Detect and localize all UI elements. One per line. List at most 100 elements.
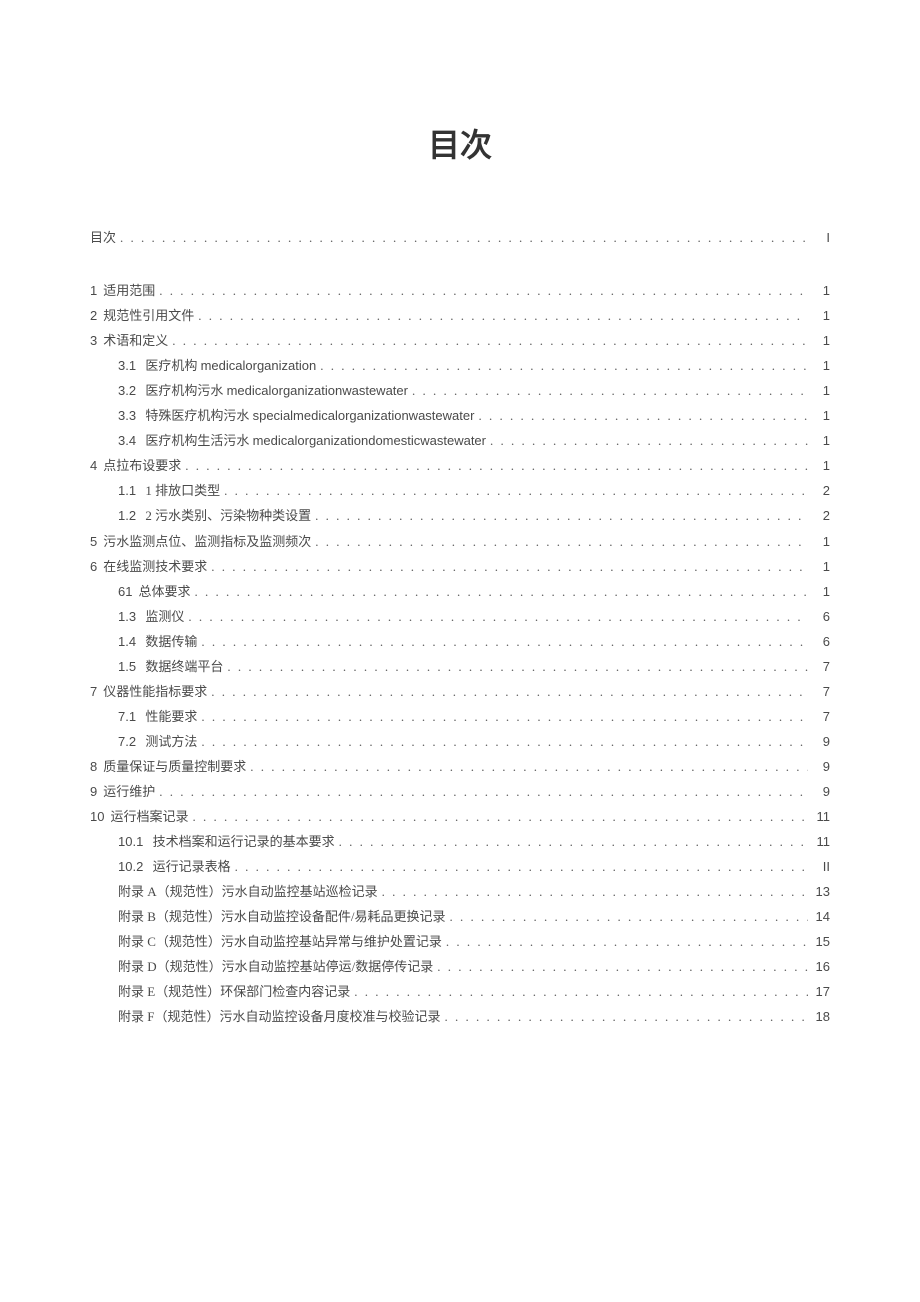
toc-entry-page: 1 [812, 354, 830, 378]
toc-entry-label: 1 适用范围 [90, 279, 155, 303]
toc-entry-page: 1 [812, 429, 830, 453]
toc-entry-page: I [812, 226, 830, 250]
toc-entry: 附录 F（规范性）污水自动监控设备月度校准与校验记录. . . . . . . … [90, 1005, 830, 1029]
toc-entry-text: 附录 A（规范性）污水自动监控基站巡检记录 [118, 884, 378, 899]
toc-entry-label: 3.2 医疗机构污水 medicalorganizationwastewater [118, 379, 408, 403]
toc-leader-dots: . . . . . . . . . . . . . . . . . . . . … [412, 379, 808, 403]
toc-leader-dots: . . . . . . . . . . . . . . . . . . . . … [120, 226, 808, 250]
toc-entry: 5污水监测点位、监测指标及监测频次. . . . . . . . . . . .… [90, 530, 830, 554]
toc-leader-dots: . . . . . . . . . . . . . . . . . . . . … [437, 955, 808, 979]
toc-entry-label: 附录 D（规范性）污水自动监控基站停运/数据停传记录 [118, 955, 433, 979]
toc-entry: 6在线监测技术要求. . . . . . . . . . . . . . . .… [90, 555, 830, 579]
toc-entry-number: 3.1 [118, 358, 136, 373]
toc-entry: 1.2 2 污水类别、污染物种类设置. . . . . . . . . . . … [90, 504, 830, 528]
toc-entry-page: 11 [812, 830, 830, 854]
toc-entry-text: 运行记录表格 [153, 859, 231, 874]
toc-spacer [90, 251, 830, 279]
toc-entry: 10运行档案记录. . . . . . . . . . . . . . . . … [90, 805, 830, 829]
toc-entry-label: 10运行档案记录 [90, 805, 188, 829]
table-of-contents: 目次. . . . . . . . . . . . . . . . . . . … [90, 226, 830, 1029]
toc-entry-label: 8质量保证与质量控制要求 [90, 755, 246, 779]
toc-leader-dots: . . . . . . . . . . . . . . . . . . . . … [490, 429, 808, 453]
toc-entry-page: 1 [812, 379, 830, 403]
toc-entry-label: 10.2 运行记录表格 [118, 855, 231, 879]
toc-entry-page: 18 [812, 1005, 830, 1029]
toc-entry-page: 6 [812, 605, 830, 629]
toc-entry-number: 1 [90, 283, 97, 298]
toc-leader-dots: . . . . . . . . . . . . . . . . . . . . … [382, 880, 808, 904]
toc-entry: 3术语和定义. . . . . . . . . . . . . . . . . … [90, 329, 830, 353]
toc-entry: 10.1 技术档案和运行记录的基本要求. . . . . . . . . . .… [90, 830, 830, 854]
toc-entry-page: II [812, 855, 830, 879]
toc-entry-number: 3.2 [118, 383, 136, 398]
toc-entry-page: 9 [812, 780, 830, 804]
toc-entry: 4点拉布设要求. . . . . . . . . . . . . . . . .… [90, 454, 830, 478]
toc-leader-dots: . . . . . . . . . . . . . . . . . . . . … [159, 279, 808, 303]
toc-entry-text: 特殊医疗机构污水 specialmedicalorganizationwaste… [145, 408, 474, 423]
toc-entry: 8质量保证与质量控制要求. . . . . . . . . . . . . . … [90, 755, 830, 779]
toc-entry-page: 14 [812, 905, 830, 929]
toc-entry-text: 1 排放口类型 [145, 483, 220, 498]
toc-entry-page: 2 [812, 504, 830, 528]
toc-entry-text: 技术档案和运行记录的基本要求 [153, 834, 335, 849]
toc-entry-text: 总体要求 [138, 584, 190, 599]
toc-entry-label: 4点拉布设要求 [90, 454, 181, 478]
toc-entry-number: 1.3 [118, 609, 136, 624]
toc-leader-dots: . . . . . . . . . . . . . . . . . . . . … [192, 805, 808, 829]
toc-entry-label: 3.4 医疗机构生活污水 medicalorganizationdomestic… [118, 429, 486, 453]
toc-entry-label: 7.2 测试方法 [118, 730, 197, 754]
toc-entry: 1.5 数据终端平台. . . . . . . . . . . . . . . … [90, 655, 830, 679]
toc-entry-label: 3.3 特殊医疗机构污水 specialmedicalorganizationw… [118, 404, 474, 428]
toc-entry-text: 仪器性能指标要求 [103, 684, 207, 699]
toc-entry-text: 适用范围 [103, 283, 155, 298]
toc-entry: 附录 E（规范性）环保部门检查内容记录. . . . . . . . . . .… [90, 980, 830, 1004]
toc-leader-dots: . . . . . . . . . . . . . . . . . . . . … [315, 504, 808, 528]
toc-entry-label: 附录 F（规范性）污水自动监控设备月度校准与校验记录 [118, 1005, 440, 1029]
toc-entry-number: 3.4 [118, 433, 136, 448]
toc-leader-dots: . . . . . . . . . . . . . . . . . . . . … [227, 655, 808, 679]
toc-entry-page: 1 [812, 304, 830, 328]
toc-leader-dots: . . . . . . . . . . . . . . . . . . . . … [224, 479, 808, 503]
toc-entry-label: 7.1 性能要求 [118, 705, 197, 729]
toc-entry-text: 点拉布设要求 [103, 458, 181, 473]
toc-entry-page: 17 [812, 980, 830, 1004]
toc-entry-number: 61 [118, 584, 132, 599]
toc-leader-dots: . . . . . . . . . . . . . . . . . . . . … [444, 1005, 808, 1029]
toc-entry-page: 9 [812, 755, 830, 779]
toc-leader-dots: . . . . . . . . . . . . . . . . . . . . … [235, 855, 808, 879]
toc-entry-number: 5 [90, 534, 97, 549]
toc-entry: 3.3 特殊医疗机构污水 specialmedicalorganizationw… [90, 404, 830, 428]
toc-entry: 7.2 测试方法. . . . . . . . . . . . . . . . … [90, 730, 830, 754]
toc-entry: 7仪器性能指标要求. . . . . . . . . . . . . . . .… [90, 680, 830, 704]
toc-entry: 附录 D（规范性）污水自动监控基站停运/数据停传记录. . . . . . . … [90, 955, 830, 979]
toc-entry: 1.3 监测仪 . . . . . . . . . . . . . . . . .… [90, 605, 830, 629]
toc-entry-label: 3.1 医疗机构 medicalorganization [118, 354, 316, 378]
toc-entry: 1.1 1 排放口类型. . . . . . . . . . . . . . .… [90, 479, 830, 503]
toc-leader-dots: . . . . . . . . . . . . . . . . . . . . … [478, 404, 808, 428]
toc-entry-text: 规范性引用文件 [103, 308, 194, 323]
toc-entry-page: 7 [812, 680, 830, 704]
toc-entry-page: 1 [812, 279, 830, 303]
toc-entry-text: 2 污水类别、污染物种类设置 [145, 508, 311, 523]
toc-entry-number: 7 [90, 684, 97, 699]
toc-leader-dots: . . . . . . . . . . . . . . . . . . . . … [188, 605, 808, 629]
toc-entry-label: 9运行维护 [90, 780, 155, 804]
toc-leader-dots: . . . . . . . . . . . . . . . . . . . . … [320, 354, 808, 378]
toc-entry-number: 8 [90, 759, 97, 774]
toc-entry-text: 医疗机构污水 medicalorganizationwastewater [145, 383, 408, 398]
toc-leader-dots: . . . . . . . . . . . . . . . . . . . . … [354, 980, 808, 1004]
toc-entry-page: 1 [812, 580, 830, 604]
toc-entry-page: 11 [812, 805, 830, 829]
toc-entry: 10.2 运行记录表格. . . . . . . . . . . . . . .… [90, 855, 830, 879]
toc-entry-label: 6在线监测技术要求 [90, 555, 207, 579]
toc-entry-number: 7.2 [118, 734, 136, 749]
toc-entry-number: 6 [90, 559, 97, 574]
toc-entry-text: 数据传输 [145, 634, 197, 649]
toc-entry-number: 7.1 [118, 709, 136, 724]
toc-entry: 3.2 医疗机构污水 medicalorganizationwastewater… [90, 379, 830, 403]
toc-entry-text: 污水监测点位、监测指标及监测频次 [103, 534, 311, 549]
toc-entry-page: 7 [812, 705, 830, 729]
toc-leader-dots: . . . . . . . . . . . . . . . . . . . . … [185, 454, 808, 478]
toc-entry-text: 监测仪 [145, 609, 184, 624]
toc-entry-label: 附录 E（规范性）环保部门检查内容记录 [118, 980, 350, 1004]
